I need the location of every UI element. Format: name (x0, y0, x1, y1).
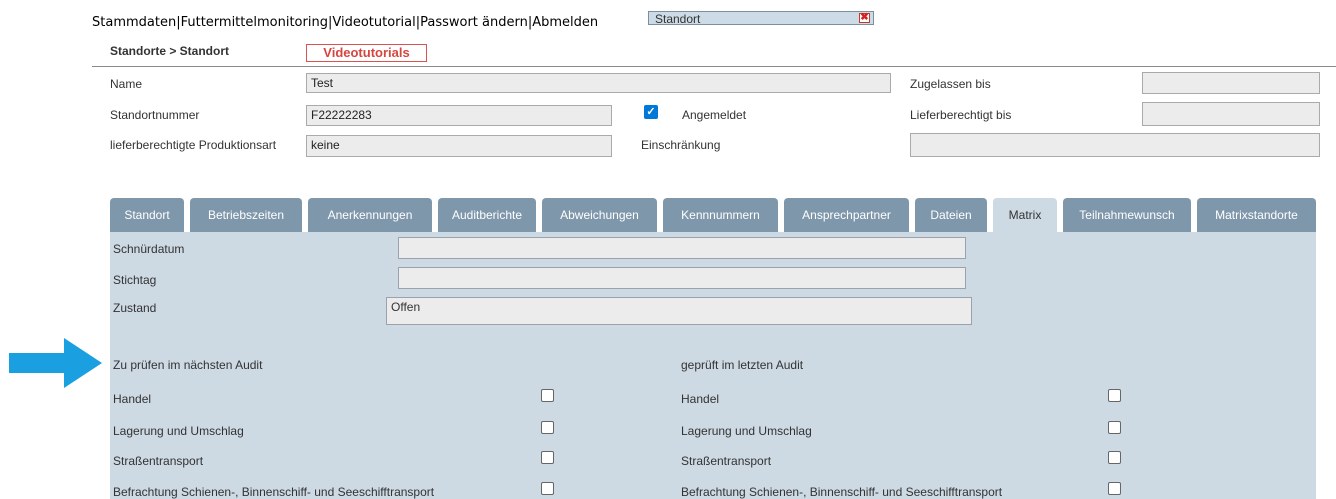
location-selector[interactable]: Standort ✖ (648, 11, 874, 26)
befrachtung-last-checkbox[interactable] (1108, 482, 1121, 495)
strassentransport-next-label: Straßentransport (113, 454, 204, 468)
tab-abweichungen[interactable]: Abweichungen (542, 198, 657, 232)
einschraenkung-field[interactable] (910, 133, 1320, 157)
angemeldet-label: Angemeldet (682, 108, 747, 122)
standortnummer-field[interactable]: F22222283 (306, 105, 612, 126)
breadcrumb: Standorte > Standort (110, 44, 230, 58)
lieferberechtigt-bis-label: Lieferberechtigt bis (910, 108, 1012, 122)
nav-videotutorial[interactable]: Videotutorial (332, 15, 415, 30)
stichtag-field[interactable] (398, 267, 966, 289)
produktionsart-label: lieferberechtigte Produktionsart (110, 138, 277, 152)
name-field[interactable]: Test (306, 73, 891, 93)
handel-next-label: Handel (113, 392, 152, 406)
zugelassen-bis-label: Zugelassen bis (910, 77, 991, 91)
lagerung-last-checkbox[interactable] (1108, 421, 1121, 434)
tab-anerkennungen[interactable]: Anerkennungen (308, 198, 432, 232)
tab-teilnahmewunsch[interactable]: Teilnahmewunsch (1063, 198, 1191, 232)
tab-dateien[interactable]: Dateien (915, 198, 987, 232)
nav-stammdaten[interactable]: Stammdaten (92, 15, 176, 30)
zustand-field[interactable]: Offen (386, 297, 972, 325)
videotutorials-button[interactable]: Videotutorials (306, 44, 427, 62)
nav-futtermittelmonitoring[interactable]: Futtermittelmonitoring (181, 15, 328, 30)
befrachtung-next-label: Befrachtung Schienen-, Binnenschiff- und… (113, 485, 435, 499)
zugelassen-bis-field[interactable] (1142, 72, 1320, 94)
handel-next-checkbox[interactable] (541, 389, 554, 402)
last-audit-heading: geprüft im letzten Audit (681, 358, 804, 372)
strassentransport-last-checkbox[interactable] (1108, 451, 1121, 464)
lagerung-next-checkbox[interactable] (541, 421, 554, 434)
befrachtung-last-label: Befrachtung Schienen-, Binnenschiff- und… (681, 485, 1003, 499)
tab-auditberichte[interactable]: Auditberichte (438, 198, 536, 232)
nav-passwort-aendern[interactable]: Passwort ändern (420, 15, 528, 30)
tab-ansprechpartner[interactable]: Ansprechpartner (784, 198, 909, 232)
produktionsart-field[interactable]: keine (306, 135, 612, 157)
tab-standort[interactable]: Standort (110, 198, 184, 232)
tab-kennnummern[interactable]: Kennnummern (663, 198, 778, 232)
next-audit-heading: Zu prüfen im nächsten Audit (113, 358, 263, 372)
handel-last-checkbox[interactable] (1108, 389, 1121, 402)
tab-matrixstandorte[interactable]: Matrixstandorte (1197, 198, 1316, 232)
handel-last-label: Handel (681, 392, 720, 406)
close-icon[interactable]: ✖ (859, 13, 870, 23)
matrix-panel: Schnürdatum Stichtag Zustand Offen Zu pr… (110, 232, 1316, 499)
standortnummer-label: Standortnummer (110, 108, 200, 122)
lagerung-next-label: Lagerung und Umschlag (113, 424, 244, 438)
schnuerdatum-label: Schnürdatum (113, 242, 185, 256)
strassentransport-next-checkbox[interactable] (541, 451, 554, 464)
tab-betriebszeiten[interactable]: Betriebszeiten (190, 198, 302, 232)
einschraenkung-label: Einschränkung (641, 138, 721, 152)
name-label: Name (110, 77, 143, 91)
lagerung-last-label: Lagerung und Umschlag (681, 424, 812, 438)
angemeldet-checkbox[interactable]: ✓ (644, 105, 658, 119)
schnuerdatum-field[interactable] (398, 237, 966, 259)
stichtag-label: Stichtag (113, 273, 157, 287)
strassentransport-last-label: Straßentransport (681, 454, 772, 468)
top-navigation: Stammdaten|Futtermittelmonitoring|Videot… (92, 15, 598, 30)
tab-matrix[interactable]: Matrix (993, 198, 1057, 232)
nav-abmelden[interactable]: Abmelden (532, 15, 598, 30)
header-divider (92, 66, 1336, 67)
zustand-label: Zustand (113, 301, 157, 315)
lieferberechtigt-bis-field[interactable] (1142, 102, 1320, 126)
befrachtung-next-checkbox[interactable] (541, 482, 554, 495)
arrow-right-icon (9, 338, 102, 388)
location-selector-value: Standort (655, 12, 701, 26)
